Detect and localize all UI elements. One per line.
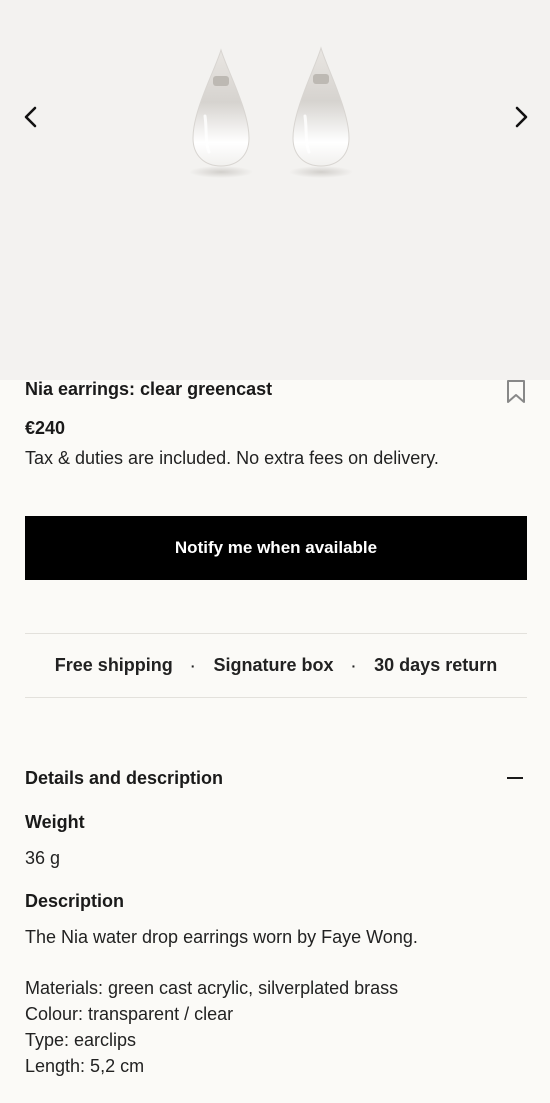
details-accordion-header[interactable]: Details and description xyxy=(25,766,527,792)
notify-me-button[interactable]: Notify me when available xyxy=(25,516,527,580)
perks-bar: Free shipping · Signature box · 30 days … xyxy=(25,633,527,698)
perk-returns: 30 days return xyxy=(374,655,498,675)
chevron-left-icon[interactable] xyxy=(14,100,48,134)
perk-separator: · xyxy=(351,657,357,674)
spec-colour: Colour: transparent / clear xyxy=(25,1004,234,1024)
product-title-row: Nia earrings: clear greencast xyxy=(25,377,527,405)
details-title: Details and description xyxy=(25,768,224,788)
description-text: The Nia water drop earrings worn by Faye… xyxy=(25,927,418,947)
spec-length: Length: 5,2 cm xyxy=(25,1056,145,1076)
perk-free-shipping: Free shipping xyxy=(54,655,173,675)
product-title: Nia earrings: clear greencast xyxy=(25,379,273,399)
bookmark-icon[interactable] xyxy=(505,379,527,405)
tax-note: Tax & duties are included. No extra fees… xyxy=(25,448,439,468)
minus-icon[interactable] xyxy=(507,777,523,779)
description-label: Description xyxy=(25,891,125,911)
spec-type: Type: earclips xyxy=(25,1030,137,1050)
spec-list: Materials: green cast acrylic, silverpla… xyxy=(25,975,398,1079)
product-price: €240 xyxy=(25,418,66,438)
perk-separator: · xyxy=(190,657,196,674)
weight-label: Weight xyxy=(25,812,85,832)
product-image-gallery[interactable] xyxy=(0,0,550,380)
perk-signature-box: Signature box xyxy=(213,655,334,675)
spec-materials: Materials: green cast acrylic, silverpla… xyxy=(25,978,399,998)
earrings-image xyxy=(189,46,353,178)
chevron-right-icon[interactable] xyxy=(504,100,538,134)
weight-value: 36 g xyxy=(25,848,61,868)
